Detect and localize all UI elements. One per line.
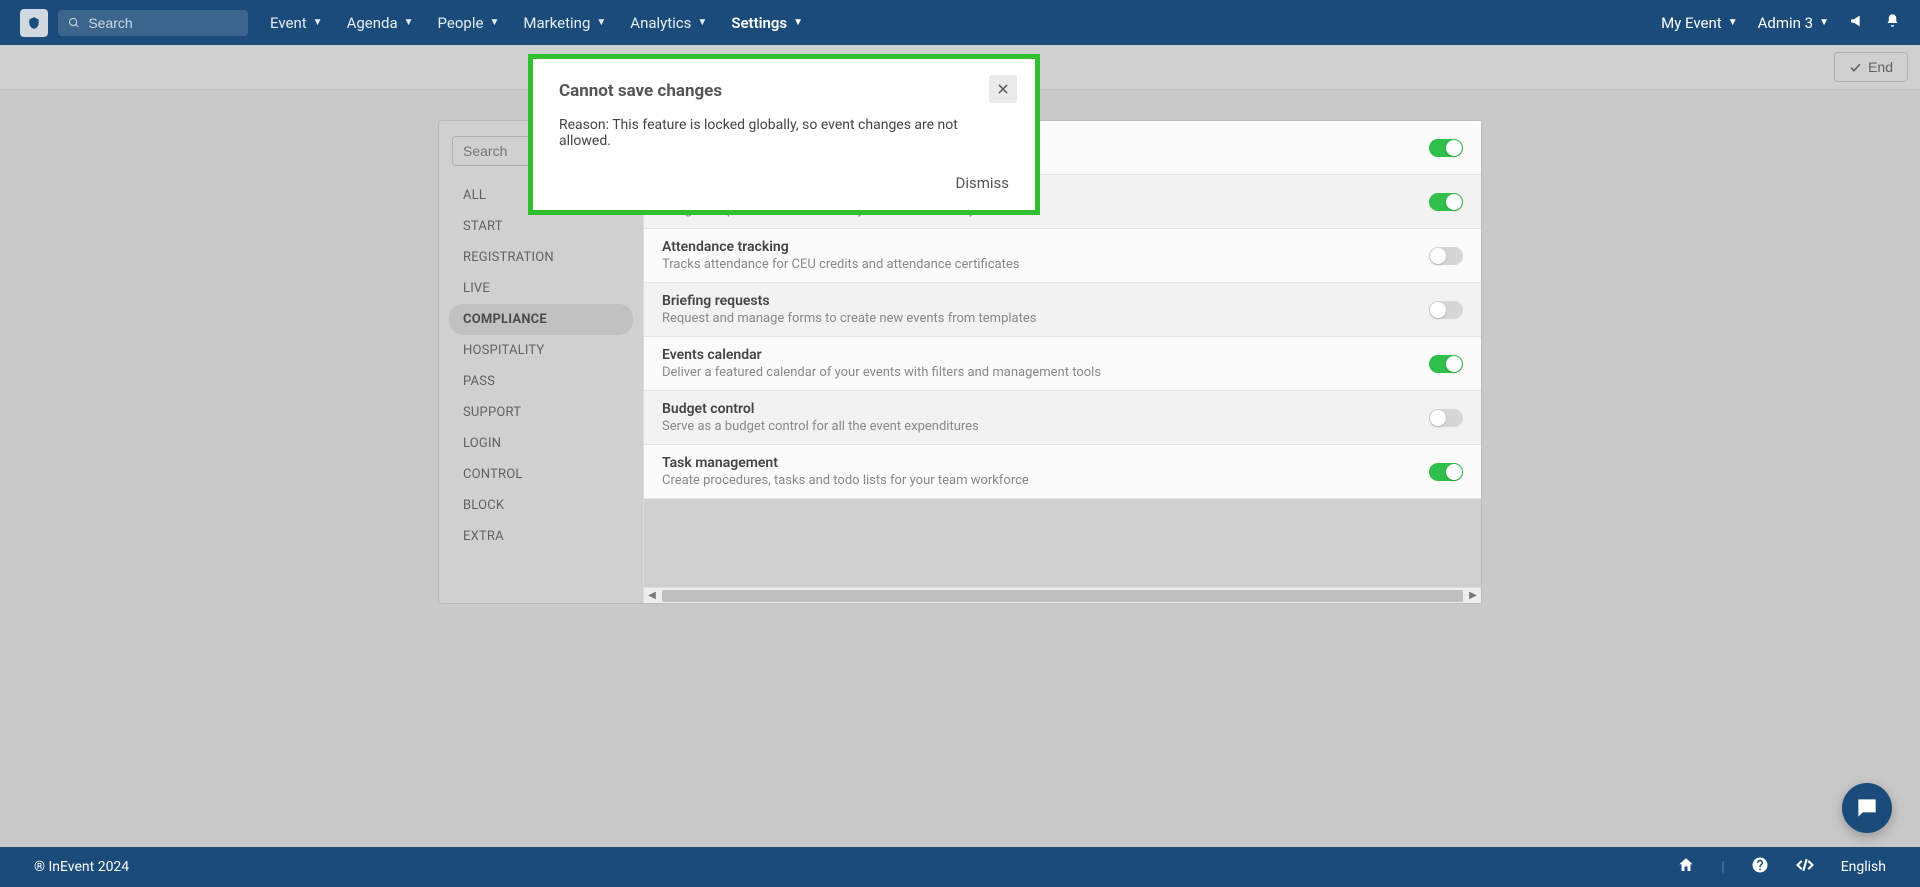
footer: ® InEvent 2024 | English: [0, 847, 1920, 887]
event-selector[interactable]: My Event ▼: [1661, 14, 1737, 32]
nav-item-event[interactable]: Event ▼: [270, 14, 323, 32]
nav-item-label: Analytics: [630, 14, 691, 32]
nav-item-marketing[interactable]: Marketing ▼: [523, 14, 606, 32]
top-navbar: Event ▼ Agenda ▼ People ▼ Marketing ▼ Analytics ▼…: [0, 0, 1920, 45]
nav-item-label: Agenda: [347, 14, 398, 32]
setting-row: Briefing requests Request and manage form…: [644, 283, 1481, 337]
setting-toggle[interactable]: [1429, 301, 1463, 319]
toggle-knob: [1430, 302, 1446, 318]
nav-item-analytics[interactable]: Analytics ▼: [630, 14, 707, 32]
setting-row: Attendance tracking Tracks attendance for…: [644, 229, 1481, 283]
footer-right: | English: [1677, 855, 1886, 879]
modal-title: Cannot save changes: [559, 81, 1009, 101]
nav-item-label: People: [438, 14, 484, 32]
chat-icon: [1854, 795, 1880, 821]
setting-toggle[interactable]: [1429, 409, 1463, 427]
chevron-down-icon: ▼: [596, 17, 606, 28]
setting-title: Briefing requests: [662, 293, 1036, 309]
app-logo[interactable]: [20, 9, 48, 37]
setting-title: Task management: [662, 455, 1029, 471]
nav-item-label: Marketing: [523, 14, 590, 32]
setting-description: Tracks attendance for CEU credits and at…: [662, 257, 1019, 272]
setting-description: Create procedures, tasks and todo lists …: [662, 473, 1029, 488]
error-modal: Cannot save changes Reason: This feature…: [528, 54, 1040, 215]
setting-text: Attendance tracking Tracks attendance for…: [662, 239, 1019, 272]
home-icon[interactable]: [1677, 856, 1695, 878]
chevron-down-icon: ▼: [489, 17, 499, 28]
code-icon[interactable]: [1795, 855, 1815, 879]
toggle-knob: [1430, 410, 1446, 426]
nav-item-label: Event: [270, 14, 307, 32]
setting-toggle[interactable]: [1429, 139, 1463, 157]
logo-icon: [27, 16, 41, 30]
setting-text: Events calendar Deliver a featured calend…: [662, 347, 1101, 380]
setting-text: Task management Create procedures, tasks …: [662, 455, 1029, 488]
search-icon: [68, 16, 80, 30]
nav-item-settings[interactable]: Settings ▼: [731, 14, 803, 32]
chat-launcher[interactable]: [1842, 783, 1892, 833]
setting-description: Request and manage forms to create new e…: [662, 311, 1036, 326]
toggle-knob: [1446, 194, 1462, 210]
setting-toggle[interactable]: [1429, 247, 1463, 265]
global-search[interactable]: [58, 10, 248, 36]
setting-row: Events calendar Deliver a featured calend…: [644, 337, 1481, 391]
setting-row: Budget control Serve as a budget control …: [644, 391, 1481, 445]
chevron-down-icon: ▼: [313, 17, 323, 28]
setting-toggle[interactable]: [1429, 355, 1463, 373]
language-selector[interactable]: English: [1841, 859, 1886, 875]
setting-title: Attendance tracking: [662, 239, 1019, 255]
chevron-down-icon: ▼: [697, 17, 707, 28]
chevron-down-icon: ▼: [1728, 17, 1738, 28]
horizontal-scrollbar[interactable]: ◀ ▶: [644, 587, 1481, 603]
chevron-down-icon: ▼: [793, 17, 803, 28]
nav-item-label: Settings: [731, 14, 787, 32]
modal-body: Reason: This feature is locked globally,…: [559, 117, 1009, 149]
toggle-knob: [1446, 356, 1462, 372]
toggle-knob: [1430, 248, 1446, 264]
close-icon: [996, 82, 1010, 96]
modal-close-button[interactable]: [989, 75, 1017, 103]
nav-item-agenda[interactable]: Agenda ▼: [347, 14, 414, 32]
setting-toggle[interactable]: [1429, 193, 1463, 211]
scrollbar-track[interactable]: [662, 590, 1463, 602]
scroll-right-arrow[interactable]: ▶: [1465, 590, 1481, 601]
toggle-knob: [1446, 140, 1462, 156]
event-name: My Event: [1661, 14, 1722, 32]
user-menu[interactable]: Admin 3 ▼: [1758, 14, 1829, 32]
chevron-down-icon: ▼: [1819, 17, 1829, 28]
setting-text: Briefing requests Request and manage form…: [662, 293, 1036, 326]
main-nav: Event ▼ Agenda ▼ People ▼ Marketing ▼ Analytics ▼…: [270, 14, 803, 32]
global-search-input[interactable]: [88, 15, 238, 31]
toggle-knob: [1446, 464, 1462, 480]
setting-toggle[interactable]: [1429, 463, 1463, 481]
setting-title: Events calendar: [662, 347, 1101, 363]
modal-dismiss-button[interactable]: Dismiss: [955, 174, 1009, 192]
setting-description: Deliver a featured calendar of your even…: [662, 365, 1101, 380]
setting-description: Serve as a budget control for all the ev…: [662, 419, 979, 434]
nav-right: My Event ▼ Admin 3 ▼: [1661, 13, 1900, 33]
setting-title: Budget control: [662, 401, 979, 417]
setting-row: Task management Create procedures, tasks …: [644, 445, 1481, 499]
scroll-left-arrow[interactable]: ◀: [644, 590, 660, 601]
bell-icon[interactable]: [1885, 13, 1900, 32]
help-icon[interactable]: [1751, 856, 1769, 878]
setting-text: Budget control Serve as a budget control …: [662, 401, 979, 434]
user-name: Admin 3: [1758, 14, 1813, 32]
chevron-down-icon: ▼: [404, 17, 414, 28]
footer-copyright: ® InEvent 2024: [34, 859, 129, 875]
nav-item-people[interactable]: People ▼: [438, 14, 500, 32]
announce-icon[interactable]: [1849, 13, 1865, 33]
